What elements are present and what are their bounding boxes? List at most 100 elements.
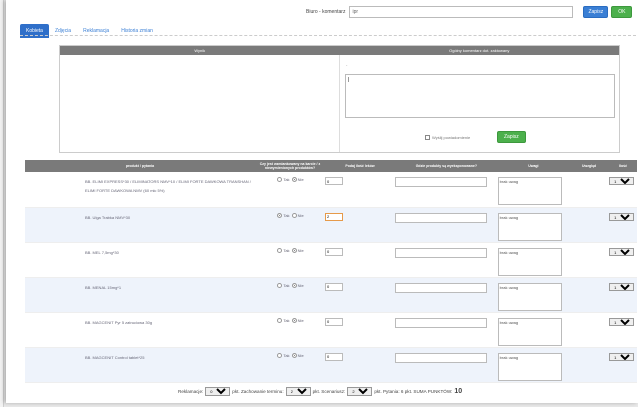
radio-yes-label: Tak bbox=[283, 317, 290, 323]
radio-no[interactable] bbox=[291, 317, 297, 323]
uwzgled-cell bbox=[569, 277, 610, 313]
radio-no[interactable] bbox=[291, 247, 297, 253]
mention-radio-group: Tak Nie bbox=[255, 312, 325, 348]
ok-button[interactable]: OK bbox=[611, 6, 633, 18]
scenariusz-label: Scenariusz: bbox=[321, 389, 346, 394]
radio-yes[interactable] bbox=[277, 282, 283, 288]
qty-input[interactable] bbox=[325, 282, 343, 291]
count-select[interactable]: 1 bbox=[609, 247, 635, 256]
count-select[interactable]: 1 bbox=[609, 282, 635, 291]
reklamacje-select[interactable]: 0 bbox=[205, 387, 231, 396]
count-cell: 1 bbox=[609, 242, 637, 278]
qty-input[interactable] bbox=[325, 247, 343, 256]
notes-cell: brak uwag bbox=[497, 277, 570, 313]
notify-checkbox-row[interactable]: Wyślij powiadomienie bbox=[425, 135, 470, 140]
notes-textarea[interactable]: brak uwag bbox=[497, 212, 562, 241]
comment-save-button[interactable]: Zapisz bbox=[497, 131, 526, 143]
mention-radio-group: Tak Nie bbox=[255, 172, 325, 208]
pkt-label-2: pkt. bbox=[312, 389, 321, 394]
radio-yes[interactable] bbox=[277, 352, 283, 358]
qty-cell bbox=[325, 347, 395, 383]
radio-yes[interactable] bbox=[277, 177, 283, 183]
notes-cell: brak uwag bbox=[497, 207, 570, 243]
products-table: produkt / pytania Czy jest wzmiankowany … bbox=[25, 160, 637, 383]
location-input[interactable] bbox=[395, 282, 487, 293]
zachowanie-label: Zachowanie terminu: bbox=[240, 389, 284, 394]
col-location: Gdzie produkty są wyeksponowane? bbox=[395, 160, 498, 172]
count-cell: 1 bbox=[609, 312, 637, 348]
table-row: BB. ELIMI EXPRESS*30 / ELIMINATORS NMV*1… bbox=[25, 172, 637, 208]
radio-yes[interactable] bbox=[277, 317, 283, 323]
uwzgled-cell bbox=[569, 207, 610, 243]
col-uwzgled: Uwzględ bbox=[569, 160, 610, 172]
scenariusz-select[interactable]: 2 bbox=[347, 387, 373, 396]
tab-divider bbox=[20, 35, 636, 36]
count-select[interactable]: 1 bbox=[609, 212, 635, 221]
uwzgled-cell bbox=[569, 172, 610, 208]
radio-no[interactable] bbox=[291, 352, 297, 358]
notes-textarea[interactable]: brak uwag bbox=[497, 317, 562, 346]
qty-input[interactable] bbox=[325, 212, 343, 221]
product-name: BB. Ulga Trabka NMV*30 bbox=[25, 207, 255, 243]
notes-cell: brak uwag bbox=[497, 347, 570, 383]
product-name: BB. MEL 7,5mg*30 bbox=[25, 242, 255, 278]
col-qty: Podaj ilość leków bbox=[325, 160, 395, 172]
comment-input[interactable] bbox=[349, 6, 574, 18]
radio-yes[interactable] bbox=[277, 212, 283, 218]
qty-cell bbox=[325, 312, 395, 348]
uwzgled-cell bbox=[569, 242, 610, 278]
notes-cell: brak uwag bbox=[497, 312, 570, 348]
radio-no[interactable] bbox=[291, 282, 297, 288]
suma-label: pkt. SUMA PUNKTÓW: bbox=[404, 389, 453, 394]
notes-textarea[interactable]: brak uwag bbox=[497, 177, 562, 205]
main-panel: Biuro - komentarz Zapisz OK Kobieta Zdję… bbox=[6, 0, 638, 403]
location-input[interactable] bbox=[395, 317, 487, 328]
qty-cell bbox=[325, 207, 395, 243]
save-button[interactable]: Zapisz bbox=[583, 6, 609, 18]
mention-radio-group: Tak Nie bbox=[255, 347, 325, 383]
qty-input[interactable] bbox=[325, 317, 343, 326]
location-cell bbox=[395, 172, 498, 208]
notes-cell: brak uwag bbox=[497, 242, 570, 278]
general-comment-textarea[interactable]: | bbox=[345, 74, 615, 118]
radio-yes[interactable] bbox=[277, 247, 283, 253]
location-input[interactable] bbox=[395, 177, 487, 187]
count-select[interactable]: 1 bbox=[609, 317, 635, 326]
comment-header: Wynik Ogólny komentarz dot. zaktowany bbox=[60, 46, 619, 55]
zachowanie-select[interactable]: 2 bbox=[285, 387, 311, 396]
notes-textarea[interactable]: brak uwag bbox=[497, 352, 562, 381]
notes-cell: brak uwag bbox=[497, 172, 570, 208]
radio-no[interactable] bbox=[291, 212, 297, 218]
score-footer: Reklamacje: 0 pkt. Zachowanie terminu: 2… bbox=[178, 387, 462, 396]
location-input[interactable] bbox=[395, 247, 487, 258]
location-input[interactable] bbox=[395, 212, 487, 223]
count-select[interactable]: 1 bbox=[609, 177, 635, 185]
radio-no[interactable] bbox=[291, 177, 297, 183]
radio-yes-label: Tak bbox=[283, 247, 290, 253]
notify-checkbox[interactable] bbox=[425, 135, 430, 140]
location-cell bbox=[395, 277, 498, 313]
radio-yes-label: Tak bbox=[283, 177, 290, 182]
location-input[interactable] bbox=[395, 352, 487, 363]
reklamacje-label: Reklamacje: bbox=[178, 389, 204, 394]
notes-textarea[interactable]: brak uwag bbox=[497, 282, 562, 311]
qty-cell bbox=[325, 242, 395, 278]
notes-textarea[interactable]: brak uwag bbox=[497, 247, 562, 276]
qty-input[interactable] bbox=[325, 177, 343, 185]
radio-no-label: Nie bbox=[297, 352, 304, 358]
radio-yes-label: Tak bbox=[283, 352, 290, 358]
col-count: Ilość bbox=[609, 160, 637, 172]
uwzgled-cell bbox=[569, 312, 610, 348]
count-cell: 1 bbox=[609, 347, 637, 383]
radio-yes-label: Tak bbox=[283, 282, 290, 288]
general-comment-heading: Ogólny komentarz dot. zaktowany bbox=[449, 48, 510, 53]
qty-input[interactable] bbox=[325, 352, 343, 361]
table-row: BB. Ulga Trabka NMV*30 Tak Nie brak uwag… bbox=[25, 207, 637, 243]
pytania-label: pkt. Pytania: 6 bbox=[374, 389, 404, 394]
count-select[interactable]: 1 bbox=[609, 352, 635, 361]
uwzgled-cell bbox=[569, 347, 610, 383]
location-cell bbox=[395, 242, 498, 278]
table-row: BB. MAGCENIT Control tablet*25 Tak Nie b… bbox=[25, 347, 637, 383]
mention-radio-group: Tak Nie bbox=[255, 277, 325, 313]
qty-cell bbox=[325, 172, 395, 208]
